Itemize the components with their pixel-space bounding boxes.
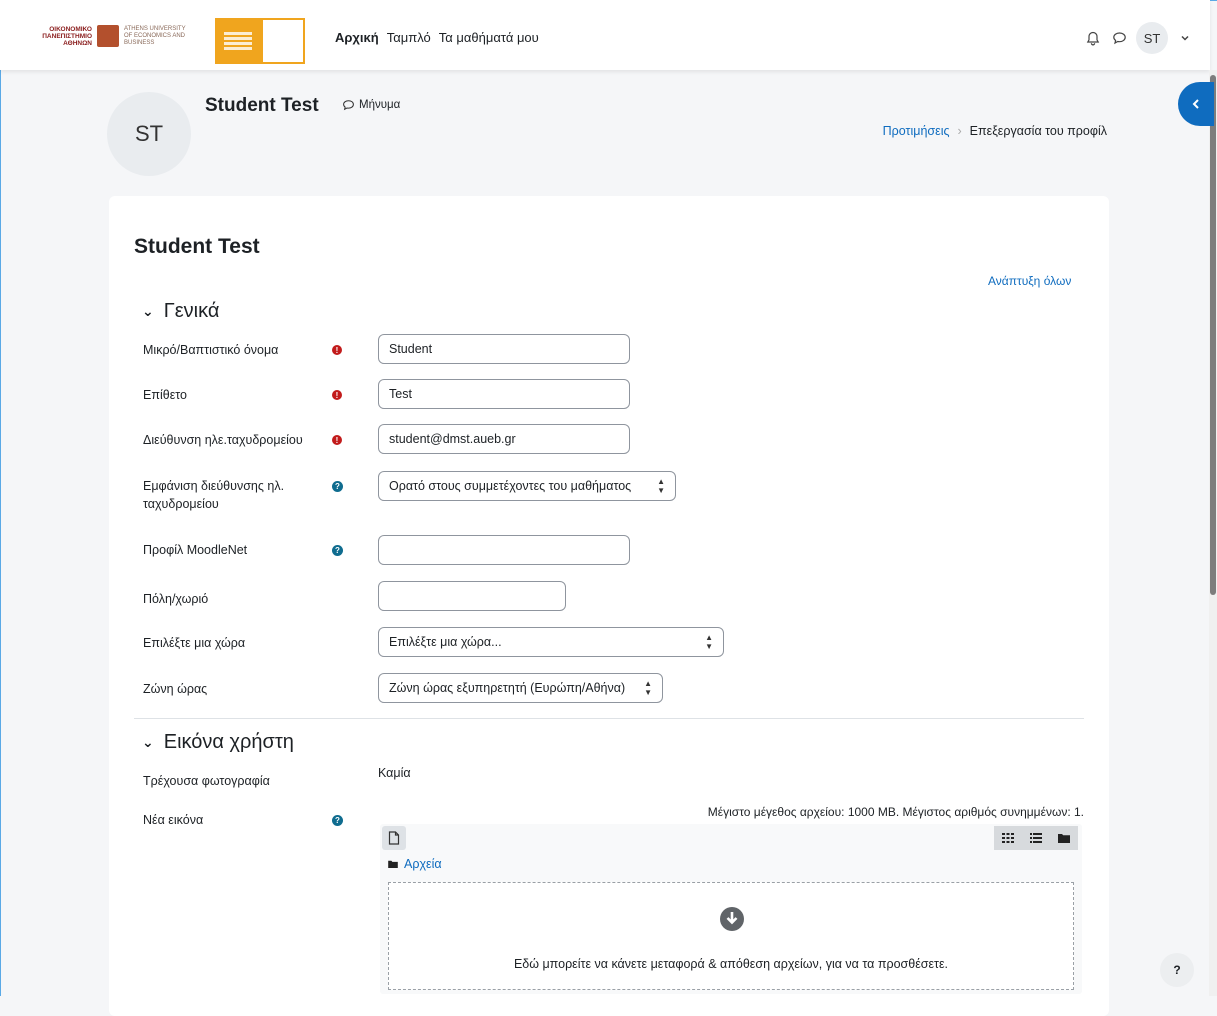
chevron-down-icon: ⌄ — [142, 734, 154, 750]
logo-text-greek: ΟΙΚΟΝΟΜΙΚΟ ΠΑΝΕΠΙΣΤΗΜΙΟ ΑΘΗΝΩΝ — [42, 25, 92, 47]
add-file-button[interactable] — [382, 826, 406, 850]
logo-text-english: ATHENS UNIVERSITY OF ECONOMICS AND BUSIN… — [124, 25, 186, 46]
bell-icon[interactable] — [1084, 29, 1102, 47]
select-caret-icon: ▲ ▼ — [644, 679, 652, 697]
country-select[interactable]: Επιλέξτε μια χώρα... ▲ ▼ — [378, 627, 724, 657]
section-general-header[interactable]: ⌄ Γενικά — [142, 300, 219, 323]
folder-view-icon[interactable] — [1050, 826, 1078, 850]
help-icon[interactable]: ? — [332, 545, 343, 556]
section-picture-title: Εικόνα χρήστη — [163, 731, 294, 753]
required-icon: ! — [332, 435, 342, 445]
breadcrumb-current: Επεξεργασία του προφίλ — [969, 124, 1107, 138]
help-button[interactable]: ? — [1160, 953, 1194, 987]
email-field[interactable]: student@dmst.aueb.gr — [378, 424, 630, 454]
moodlenet-label: Προφίλ MoodleNet — [143, 543, 248, 557]
new-picture-label: Νέα εικόνα — [143, 813, 204, 827]
user-menu-avatar[interactable]: ST — [1136, 22, 1168, 54]
file-limits-text: Μέγιστο μέγεθος αρχείου: 1000 MB. Μέγιστ… — [707, 805, 1084, 819]
user-navigation: ST — [1084, 22, 1194, 54]
view-mode-switcher — [994, 826, 1078, 850]
school-logo-mark — [215, 18, 261, 64]
firstname-field[interactable]: Student — [378, 334, 630, 364]
university-seal-icon — [97, 25, 119, 47]
profile-avatar: ST — [107, 92, 191, 176]
page-title: Student Test — [134, 235, 260, 258]
scrollbar-thumb[interactable] — [1210, 75, 1216, 595]
chat-icon[interactable] — [1110, 29, 1128, 47]
current-picture-value: Καμία — [378, 766, 411, 780]
section-divider — [134, 718, 1084, 719]
required-icon: ! — [332, 345, 342, 355]
chat-icon — [343, 100, 354, 111]
top-navbar: ΟΙΚΟΝΟΜΙΚΟ ΠΑΝΕΠΙΣΤΗΜΙΟ ΑΘΗΝΩΝ ATHENS UN… — [0, 0, 1210, 70]
nav-link-home[interactable]: Αρχική — [335, 30, 379, 45]
timezone-label: Ζώνη ώρας — [143, 682, 208, 696]
file-dropzone[interactable]: Εδώ μπορείτε να κάνετε μεταφορά & απόθεσ… — [388, 882, 1074, 990]
lastname-field[interactable]: Test — [378, 379, 630, 409]
section-picture-header[interactable]: ⌄ Εικόνα χρήστη — [142, 731, 294, 754]
required-icon: ! — [332, 390, 342, 400]
email-display-label: Εμφάνιση διεύθυνσης ηλ. ταχυδρομείου — [143, 479, 285, 511]
download-arrow-icon — [720, 907, 744, 931]
current-picture-label: Τρέχουσα φωτογραφία — [143, 774, 270, 788]
city-label: Πόλη/χωριό — [143, 592, 209, 606]
file-picker-path[interactable]: Αρχεία — [388, 857, 442, 871]
breadcrumb-separator-icon: › — [957, 124, 962, 138]
help-icon[interactable]: ? — [332, 481, 343, 492]
file-icon — [388, 831, 400, 845]
message-link[interactable]: Μήνυμα — [342, 99, 400, 111]
nav-link-dashboard[interactable]: Ταμπλό — [387, 30, 431, 45]
school-logo-mark-2 — [261, 18, 305, 64]
chevron-down-icon: ⌄ — [142, 303, 154, 319]
school-logo[interactable] — [215, 18, 305, 64]
page-scrollbar[interactable] — [1209, 70, 1217, 996]
grid-view-icon[interactable] — [994, 826, 1022, 850]
country-value: Επιλέξτε μια χώρα... — [389, 635, 502, 649]
profile-user-name: Student Test — [205, 95, 319, 116]
breadcrumb: Προτιμήσεις › Επεξεργασία του προφίλ — [883, 124, 1107, 138]
primary-navigation: Αρχική Ταμπλό Τα μαθήματά μου — [335, 30, 539, 45]
dropzone-text: Εδώ μπορείτε να κάνετε μεταφορά & απόθεσ… — [513, 957, 949, 971]
expand-all-link[interactable]: Ανάπτυξη όλων — [988, 274, 1071, 288]
breadcrumb-preferences[interactable]: Προτιμήσεις — [883, 124, 950, 138]
select-caret-icon: ▲ ▼ — [705, 633, 713, 651]
chevron-left-icon — [1192, 99, 1199, 109]
timezone-value: Ζώνη ώρας εξυπηρετητή (Ευρώπη/Αθήνα) — [389, 681, 626, 695]
folder-link[interactable]: Αρχεία — [404, 857, 442, 871]
lastname-label: Επίθετο — [143, 388, 187, 402]
folder-icon — [388, 860, 398, 868]
firstname-label: Μικρό/Βαπτιστικό όνομα — [143, 343, 279, 357]
timezone-select[interactable]: Ζώνη ώρας εξυπηρετητή (Ευρώπη/Αθήνα) ▲ ▼ — [378, 673, 663, 703]
file-picker: Αρχεία Εδώ μπορείτε να κάνετε μεταφορά &… — [380, 824, 1082, 994]
email-label: Διεύθυνση ηλε.ταχυδρομείου — [143, 433, 303, 447]
section-general-title: Γενικά — [163, 300, 220, 322]
chevron-down-icon[interactable] — [1176, 29, 1194, 47]
country-label: Επιλέξτε μια χώρα — [143, 636, 246, 650]
nav-link-my-courses[interactable]: Τα μαθήματά μου — [439, 30, 539, 45]
open-drawer-button[interactable] — [1178, 82, 1214, 126]
city-field[interactable] — [378, 581, 566, 611]
university-logo[interactable]: ΟΙΚΟΝΟΜΙΚΟ ΠΑΝΕΠΙΣΤΗΜΙΟ ΑΘΗΝΩΝ ATHENS UN… — [22, 24, 212, 48]
moodlenet-field[interactable] — [378, 535, 630, 565]
help-icon[interactable]: ? — [332, 815, 343, 826]
select-caret-icon: ▲ ▼ — [657, 477, 665, 495]
email-display-select[interactable]: Ορατό στους συμμετέχοντες του μαθήματος … — [378, 471, 676, 501]
message-link-label: Μήνυμα — [359, 99, 401, 111]
list-view-icon[interactable] — [1022, 826, 1050, 850]
email-display-value: Ορατό στους συμμετέχοντες του μαθήματος — [389, 479, 632, 493]
